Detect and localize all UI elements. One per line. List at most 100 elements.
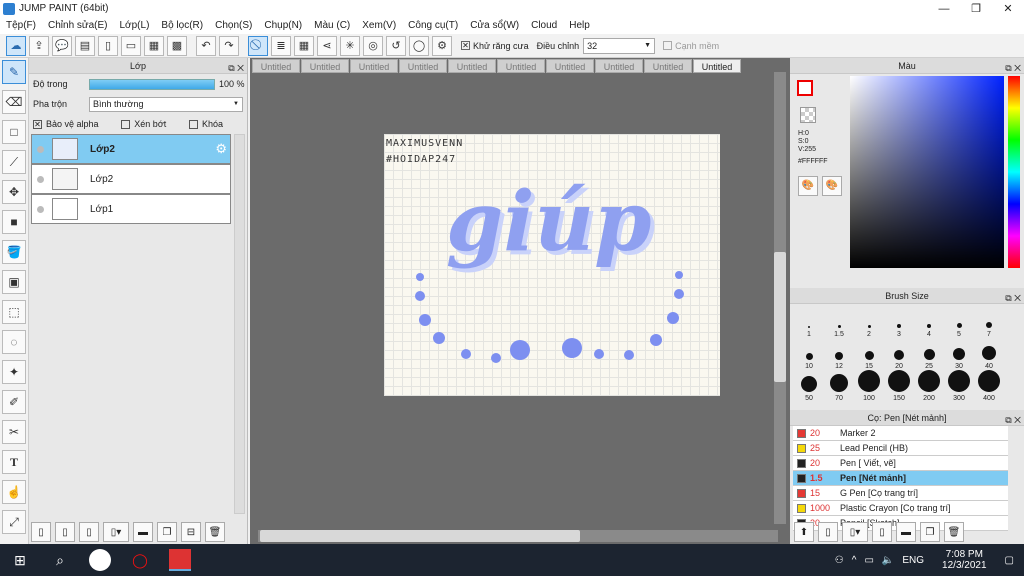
layer-row[interactable]: Lớp2 (31, 164, 231, 194)
curve-snap-icon[interactable]: ↺ (386, 35, 406, 56)
brush-size-option[interactable]: 400 (974, 370, 1004, 402)
brush-size-option[interactable]: 15 (854, 338, 884, 370)
menu-help[interactable]: Help (563, 20, 596, 31)
rect-tool-icon[interactable]: □ (2, 120, 26, 144)
visibility-icon[interactable] (37, 205, 44, 213)
brush-folder-icon[interactable]: ▬ (896, 522, 916, 542)
select-eraser-icon[interactable]: ✂ (2, 420, 26, 444)
blend-select[interactable]: Bình thường ▼ (89, 96, 243, 112)
brush-size-option[interactable]: 3 (884, 306, 914, 338)
vanishing-snap-icon[interactable]: ⋖ (317, 35, 337, 56)
radial-snap-icon[interactable]: ✳ (340, 35, 360, 56)
palette-icon[interactable]: 🎨 (798, 176, 818, 196)
sharp-checkbox[interactable] (663, 41, 673, 50)
menu-tools[interactable]: Công cụ(T) (402, 20, 464, 31)
brush-size-option[interactable]: 25 (914, 338, 944, 370)
brush-size-option[interactable]: 30 (944, 338, 974, 370)
clock-time[interactable]: 7:08 PM (946, 549, 983, 560)
document-tab[interactable]: Untitled (350, 59, 398, 73)
foreground-color-swatch[interactable] (797, 80, 813, 96)
brush-list-item[interactable]: 25 Lead Pencil (HB) (793, 441, 1008, 456)
clock-date[interactable]: 12/3/2021 (942, 560, 987, 571)
new-text-layer-icon[interactable]: ▯ (79, 522, 99, 542)
hue-slider[interactable] (1008, 76, 1020, 268)
canvas-vscrollbar[interactable] (774, 72, 786, 524)
brush-size-option[interactable]: 100 (854, 370, 884, 402)
menu-color[interactable]: Màu (C) (308, 20, 356, 31)
opera-app-icon[interactable]: ◯ (120, 544, 160, 576)
brush-size-option[interactable]: 1.5 (824, 306, 854, 338)
minimize-button[interactable]: — (928, 0, 960, 17)
menu-edit[interactable]: Chỉnh sửa(E) (42, 20, 114, 31)
comment-icon[interactable]: 💬 (52, 35, 72, 56)
brush-add-icon[interactable]: ⬆ (794, 522, 814, 542)
eyedropper-icon[interactable]: ⤢ (2, 510, 26, 534)
language-indicator[interactable]: ENG (902, 555, 924, 566)
notification-icon[interactable]: ▢ (1005, 555, 1014, 566)
select-pen-icon[interactable]: ✐ (2, 390, 26, 414)
document-tab[interactable]: Untitled (301, 59, 349, 73)
brush-size-option[interactable]: 5 (944, 306, 974, 338)
brush-duplicate-icon[interactable]: ❐ (920, 522, 940, 542)
line-tool-icon[interactable]: ⟋ (2, 150, 26, 174)
fill-rect-tool-icon[interactable]: ■ (2, 210, 26, 234)
maximize-button[interactable]: ❐ (960, 0, 992, 17)
select-rect-icon[interactable]: ⬚ (2, 300, 26, 324)
gradient-tool-icon[interactable]: ▣ (2, 270, 26, 294)
brush-size-option[interactable]: 300 (944, 370, 974, 402)
menu-window[interactable]: Cửa sổ(W) (464, 20, 525, 31)
snap-settings-icon[interactable]: ⚙ (432, 35, 452, 56)
snap-off-icon[interactable]: ⃠ (248, 35, 268, 56)
page-icon[interactable]: ▯ (98, 35, 118, 56)
new-raster-icon[interactable]: ▯ (55, 522, 75, 542)
document-tab[interactable]: Untitled (252, 59, 300, 73)
new-layer-icon[interactable]: ▯ (31, 522, 51, 542)
document-tab[interactable]: Untitled (644, 59, 692, 73)
brush-list-item[interactable]: 1000 Plastic Crayon [Cọ trang trí] (793, 501, 1008, 516)
people-icon[interactable]: ⚇ (835, 555, 844, 566)
protect-alpha-checkbox[interactable]: ✕ (33, 119, 42, 129)
redo-icon[interactable]: ↷ (219, 35, 239, 56)
document-tab[interactable]: Untitled (497, 59, 545, 73)
layer-row[interactable]: Lớp2 ⚙ (31, 134, 231, 164)
lasso-icon[interactable]: ◌ (2, 330, 26, 354)
jumppaint-app-icon[interactable] (160, 544, 200, 576)
pen-tool-icon[interactable]: ✎ (2, 60, 26, 84)
close-button[interactable]: ✕ (992, 0, 1024, 17)
message-icon[interactable]: ▤ (75, 35, 95, 56)
magic-wand-icon[interactable]: ✦ (2, 360, 26, 384)
drawing-canvas[interactable]: MAXIMUSVENN #HOIDAP247 giúp (384, 134, 720, 396)
brush-size-option[interactable]: 40 (974, 338, 1004, 370)
layer-scrollbar[interactable] (234, 134, 245, 514)
brush-size-option[interactable]: 2 (854, 306, 884, 338)
folder-icon[interactable]: ▬ (133, 522, 153, 542)
chevron-up-icon[interactable]: ^ (852, 555, 857, 566)
document-tab[interactable]: Untitled (595, 59, 643, 73)
layer-row[interactable]: Lớp1 (31, 194, 231, 224)
transparent-swatch[interactable] (800, 107, 816, 123)
visibility-icon[interactable] (37, 145, 44, 153)
document-tab[interactable]: Untitled (448, 59, 496, 73)
menu-capture[interactable]: Chụp(N) (258, 20, 308, 31)
brush-copy-icon[interactable]: ▯ (818, 522, 838, 542)
search-icon[interactable]: ⌕ (40, 544, 80, 576)
brush-size-option[interactable]: 200 (914, 370, 944, 402)
opacity-slider[interactable] (89, 78, 215, 90)
canvas-hscrollbar[interactable] (258, 530, 778, 542)
sv-color-picker[interactable] (850, 76, 1004, 268)
grid-snap-icon[interactable]: ▦ (294, 35, 314, 56)
brush-size-option[interactable]: 4 (914, 306, 944, 338)
zalo-app-icon[interactable] (80, 544, 120, 576)
menu-view[interactable]: Xem(V) (356, 20, 402, 31)
palette-edit-icon[interactable]: 🎨 (822, 176, 842, 196)
lock-checkbox[interactable] (188, 119, 198, 129)
brush-list-item[interactable]: 15 G Pen [Cọ trang trí] (793, 486, 1008, 501)
cloud-icon[interactable]: ☁ (6, 35, 26, 56)
brush-size-option[interactable]: 10 (794, 338, 824, 370)
brush-size-option[interactable]: 150 (884, 370, 914, 402)
merge-icon[interactable]: ⊟ (181, 522, 201, 542)
document-tab[interactable]: Untitled (546, 59, 594, 73)
move-tool-icon[interactable]: ✥ (2, 180, 26, 204)
undo-icon[interactable]: ↶ (196, 35, 216, 56)
clip-checkbox[interactable] (121, 119, 131, 129)
